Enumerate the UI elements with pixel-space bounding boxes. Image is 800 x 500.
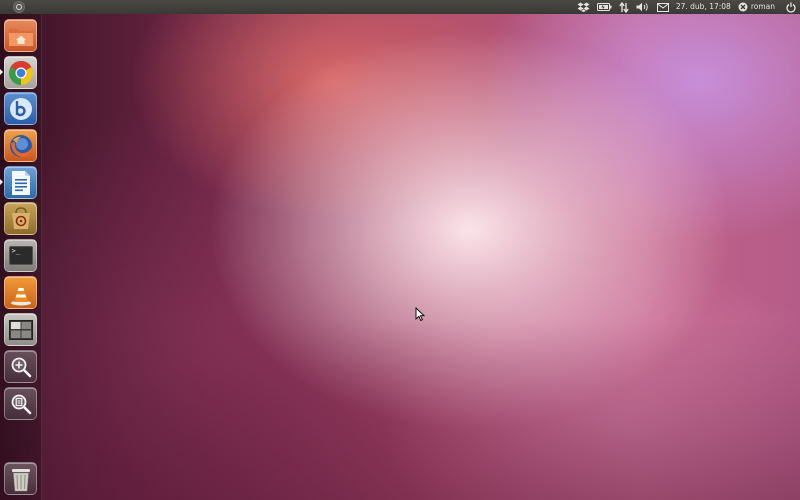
launcher-item-firefox[interactable] [4, 129, 37, 162]
launcher-item-libreoffice-writer[interactable] [4, 166, 37, 199]
chrome-icon [8, 60, 33, 85]
dropbox-icon[interactable] [577, 0, 590, 14]
files-magnifier-icon [11, 394, 31, 414]
indicator-area: 27. dub, 17:08 roman [577, 0, 796, 14]
launcher-item-vlc[interactable] [4, 276, 37, 309]
launcher-item-software-center[interactable] [4, 202, 37, 235]
clock-label[interactable]: 27. dub, 17:08 [676, 0, 731, 14]
launcher-item-workspace-switcher[interactable] [4, 313, 37, 346]
running-indicator [0, 179, 3, 185]
launcher-item-b-app[interactable] [4, 92, 37, 125]
terminal-icon: >_ [8, 246, 33, 265]
firefox-icon [9, 134, 32, 157]
ubuntu-logo-icon[interactable] [13, 1, 25, 13]
b-letter-icon [9, 97, 32, 120]
trash-icon [11, 468, 30, 491]
network-transfer-icon[interactable] [619, 0, 629, 14]
folder-home-icon [8, 28, 33, 46]
launcher-item-dash-apps[interactable] [4, 350, 37, 383]
battery-icon[interactable] [596, 0, 612, 14]
launcher: >_ [0, 14, 42, 500]
terminal-prompt: >_ [11, 247, 20, 255]
top-panel: 27. dub, 17:08 roman [0, 0, 800, 14]
power-icon[interactable] [786, 0, 796, 14]
plus-magnifier-icon [11, 357, 31, 377]
envelope-icon[interactable] [656, 0, 669, 14]
mouse-pointer-icon [415, 306, 426, 325]
launcher-item-terminal[interactable]: >_ [4, 239, 37, 272]
launcher-item-dash-files[interactable] [4, 387, 37, 420]
user-menu[interactable]: roman [738, 0, 775, 14]
launcher-item-trash[interactable] [4, 462, 37, 495]
user-name-label: roman [750, 2, 775, 11]
speaker-icon[interactable] [636, 0, 650, 14]
workspaces-icon [8, 319, 33, 340]
desktop-wallpaper[interactable] [0, 0, 800, 500]
vlc-cone-icon [10, 280, 31, 305]
launcher-item-home-folder[interactable] [4, 19, 37, 52]
document-icon [11, 170, 30, 195]
software-center-icon [11, 206, 30, 229]
user-status-icon [738, 2, 748, 12]
launcher-item-chrome[interactable] [4, 56, 37, 89]
running-indicator [0, 69, 3, 75]
